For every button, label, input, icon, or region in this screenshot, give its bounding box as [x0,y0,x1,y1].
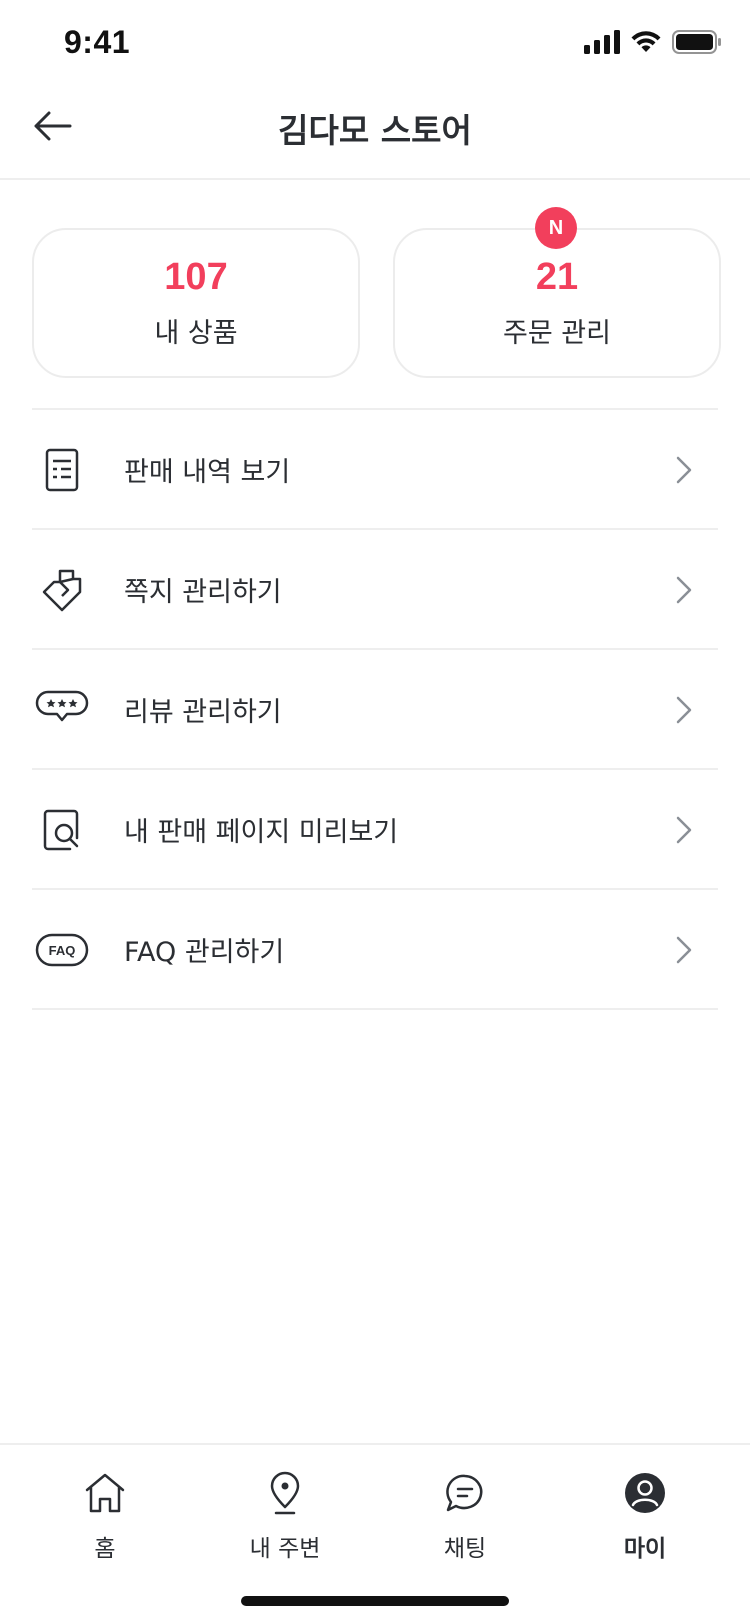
new-badge: N [535,207,577,249]
tab-label: 내 주변 [249,1536,321,1562]
menu-item-label: 판매 내역 보기 [124,456,291,488]
menu-item-review-management[interactable]: 리뷰 관리하기 [32,650,718,770]
tab-home[interactable]: 홈 [45,1469,165,1563]
menu-item-label: 내 판매 페이지 미리보기 [124,816,399,848]
menu-item-label: FAQ 관리하기 [124,936,285,968]
menu-list: 판매 내역 보기 쪽지 관리하기 리뷰 관리하기 내 판매 페이지 미리보기 F… [32,408,718,1010]
menu-item-faq-management[interactable]: FAQ FAQ 관리하기 [32,890,718,1010]
menu-item-page-preview[interactable]: 내 판매 페이지 미리보기 [32,770,718,890]
faq-icon-text: FAQ [49,943,76,958]
review-bubble-icon [34,685,90,735]
tab-label: 홈 [94,1536,116,1562]
nav-bar: 김다모 스토어 [0,90,750,180]
chevron-right-icon [676,576,692,604]
order-management-card[interactable]: 21 주문 관리 [393,228,721,378]
home-icon [45,1469,165,1517]
order-count: 21 [535,256,579,298]
status-time: 9:41 [64,24,131,60]
page-title: 김다모 스토어 [278,111,472,150]
tab-label: 채팅 [443,1536,487,1562]
menu-item-label: 리뷰 관리하기 [124,696,282,728]
menu-item-sales-history[interactable]: 판매 내역 보기 [32,410,718,530]
chevron-right-icon [676,816,692,844]
my-products-label: 내 상품 [154,318,238,349]
my-products-card[interactable]: 107 내 상품 [32,228,360,378]
chevron-right-icon [676,696,692,724]
home-indicator [241,1596,509,1606]
chevron-right-icon [676,936,692,964]
faq-icon: FAQ [34,925,90,975]
signal-icon [584,30,620,54]
tab-nearby[interactable]: 내 주변 [225,1469,345,1563]
status-bar: 9:41 [0,0,750,90]
wifi-icon [631,31,661,52]
receipt-icon [34,445,90,495]
location-pin-icon [225,1469,345,1517]
battery-icon [672,30,721,54]
profile-icon [585,1469,705,1517]
menu-item-message-management[interactable]: 쪽지 관리하기 [32,530,718,650]
tab-my[interactable]: 마이 [585,1469,705,1563]
tab-chat[interactable]: 채팅 [405,1469,525,1563]
tab-label: 마이 [623,1536,667,1562]
page-preview-icon [34,805,90,855]
my-products-count: 107 [164,256,228,298]
chevron-right-icon [676,456,692,484]
message-note-icon [34,565,90,615]
status-icons [584,30,722,54]
order-management-label: 주문 관리 [503,318,611,349]
chat-icon [405,1469,525,1517]
menu-item-label: 쪽지 관리하기 [124,576,282,608]
